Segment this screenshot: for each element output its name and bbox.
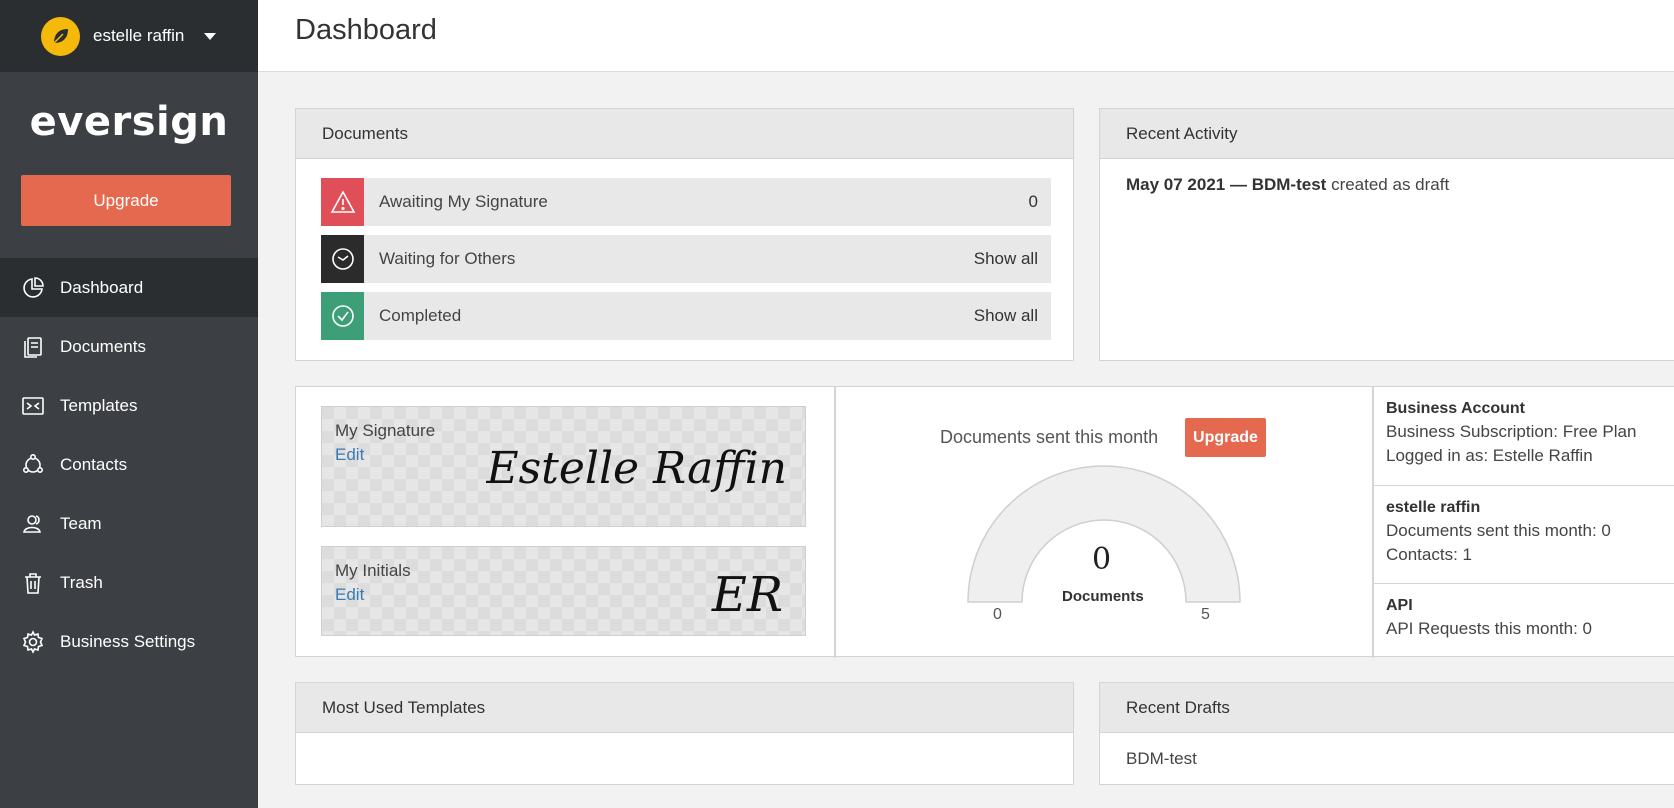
sidebar-item-team[interactable]: Team [0,494,258,553]
recent-drafts-panel: Recent Drafts BDM-test [1099,682,1674,785]
page-title: Dashboard [295,14,437,46]
contacts-icon [20,452,46,478]
draft-item[interactable]: BDM-test [1126,749,1197,769]
sidebar-item-label: Templates [60,395,138,415]
avatar[interactable] [41,16,80,56]
pie-chart-icon [20,275,46,301]
sidebar-nav: Dashboard Documents Templates Contacts T… [0,258,258,671]
business-account-cell: Business Account Business Subscription: … [1374,387,1674,486]
api-title: API [1386,597,1413,614]
signature-image: Estelle Raffin [486,443,787,494]
signature-label: My Signature [335,421,436,440]
sidebar-item-label: Business Settings [60,631,196,651]
templates-panel-title: Most Used Templates [296,683,1073,733]
brand-logo[interactable]: eversign [0,72,258,172]
api-cell: API API Requests this month: 0 [1374,584,1674,658]
sidebar-item-label: Documents [60,336,146,356]
doc-row-waiting-others[interactable]: Waiting for Others Show all [321,235,1051,283]
sidebar-item-documents[interactable]: Documents [0,317,258,376]
sidebar-item-label: Dashboard [60,277,144,297]
doc-row-label: Waiting for Others [379,249,516,268]
logged-in-text: Logged in as: Estelle Raffin [1386,446,1593,465]
sidebar-item-contacts[interactable]: Contacts [0,435,258,494]
documents-panel: Documents Awaiting My Signature 0 Waitin… [295,108,1074,361]
activity-date: May 07 2021 [1126,175,1226,194]
user-name[interactable]: estelle raffin [93,26,184,46]
signature-box: My Signature Edit Estelle Raffin [321,406,806,527]
page-header: Dashboard [258,0,1674,72]
check-icon [321,292,364,340]
business-account-title: Business Account [1386,400,1525,417]
subscription-text: Business Subscription: Free Plan [1386,422,1637,441]
sidebar-item-business-settings[interactable]: Business Settings [0,612,258,671]
initials-label: My Initials [335,561,411,580]
clock-icon [321,235,364,283]
initials-image: ER [711,567,783,623]
activity-doc[interactable]: BDM-test [1252,175,1327,194]
team-icon [20,511,46,537]
show-all-link[interactable]: Show all [974,249,1038,269]
gauge-min: 0 [993,606,1002,623]
user-stats-cell: estelle raffin Documents sent this month… [1374,486,1674,584]
trash-icon [20,570,46,596]
doc-row-awaiting-signature[interactable]: Awaiting My Signature 0 [321,178,1051,226]
gauge-section [834,387,836,658]
activity-action: created as draft [1331,175,1450,194]
brand-name: eversign [29,99,229,145]
sidebar-item-templates[interactable]: Templates [0,376,258,435]
sidebar: estelle raffin eversign Upgrade Dashboar… [0,0,258,808]
sidebar-item-label: Trash [60,572,103,592]
gauge-value: 0 [1092,542,1112,577]
caret-down-icon[interactable] [204,32,217,40]
documents-gauge [967,465,1241,603]
gear-icon [20,629,46,655]
templates-icon [20,393,46,419]
user-menu[interactable]: estelle raffin [0,0,258,72]
sidebar-item-trash[interactable]: Trash [0,553,258,612]
most-used-templates-panel: Most Used Templates [295,682,1074,785]
activity-separator: — [1229,175,1247,194]
doc-row-completed[interactable]: Completed Show all [321,292,1051,340]
initials-edit-link[interactable]: Edit [335,585,364,605]
sidebar-item-dashboard[interactable]: Dashboard [0,258,258,317]
gauge-title: Documents sent this month [940,427,1159,447]
doc-row-label: Awaiting My Signature [379,192,548,211]
activity-entry[interactable]: May 07 2021 — BDM-test created as draft [1126,175,1449,195]
gauge-upgrade-button[interactable]: Upgrade [1185,418,1266,457]
stats-panel: My Signature Edit Estelle Raffin My Init… [295,386,1674,658]
sidebar-item-label: Team [60,513,102,533]
account-info: Business Account Business Subscription: … [1374,387,1674,658]
initials-box: My Initials Edit ER [321,546,806,636]
warning-icon [321,178,364,226]
show-all-link[interactable]: Show all [974,306,1038,326]
recent-activity-title: Recent Activity [1100,109,1674,159]
gauge-max: 5 [1201,606,1210,623]
user-stats-title: estelle raffin [1386,499,1481,516]
documents-icon [20,334,46,360]
api-requests-text: API Requests this month: 0 [1386,619,1592,638]
documents-panel-title: Documents [296,109,1073,159]
signature-edit-link[interactable]: Edit [335,445,364,465]
recent-activity-panel: Recent Activity May 07 2021 — BDM-test c… [1099,108,1674,361]
upgrade-button[interactable]: Upgrade [21,175,231,226]
gauge-unit: Documents [1062,588,1144,605]
contacts-text: Contacts: 1 [1386,545,1472,564]
leaf-icon [52,29,68,44]
sidebar-item-label: Contacts [60,454,128,474]
drafts-panel-title: Recent Drafts [1100,683,1674,733]
docs-sent-text: Documents sent this month: 0 [1386,521,1611,540]
awaiting-count: 0 [1028,192,1038,211]
doc-row-label: Completed [379,306,462,325]
